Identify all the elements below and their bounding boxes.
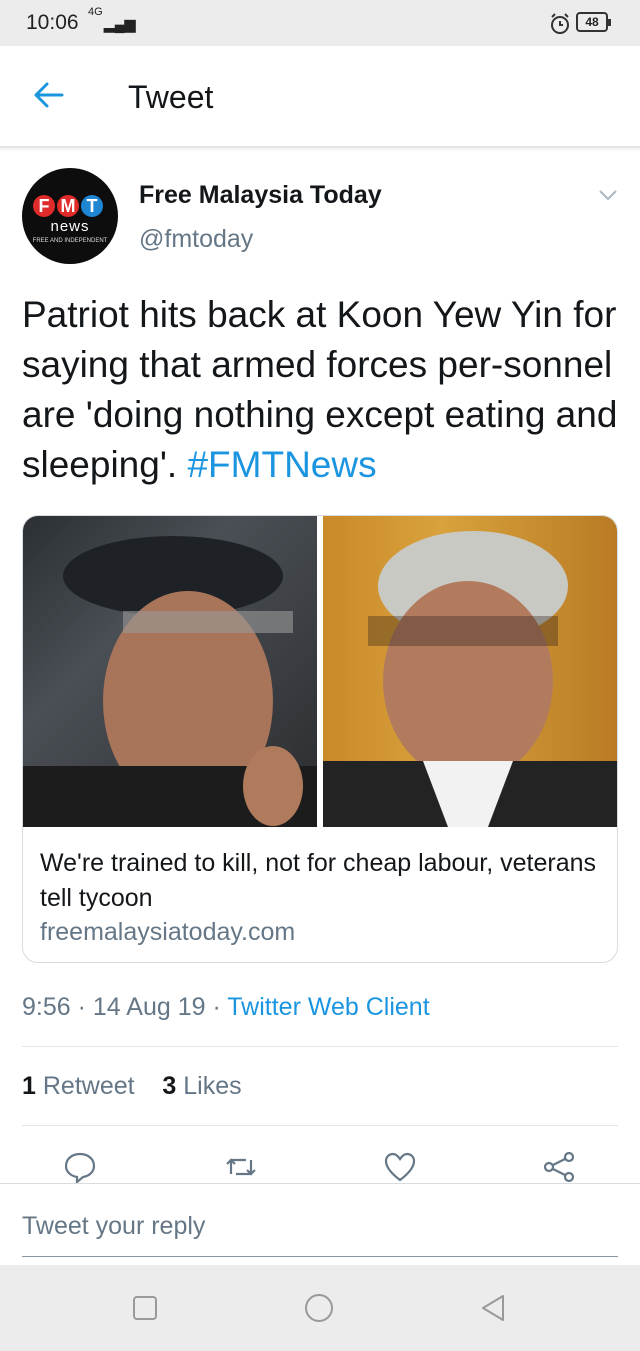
retweet-stat[interactable]: 1 Retweet	[22, 1072, 135, 1100]
tweet-client-link[interactable]: Twitter Web Client	[227, 993, 429, 1021]
card-photo-left	[23, 516, 317, 827]
share-icon[interactable]	[542, 1150, 576, 1184]
back-icon[interactable]	[477, 1292, 509, 1324]
battery-level: 48	[585, 15, 599, 29]
avatar[interactable]: FMT news FREE AND INDEPENDENT	[22, 168, 118, 264]
like-stat[interactable]: 3 Likes	[162, 1072, 241, 1100]
link-card[interactable]: We're trained to kill, not for cheap lab…	[22, 515, 618, 963]
tweet-actions	[0, 1150, 640, 1184]
top-app-bar: Tweet	[0, 46, 640, 148]
chevron-down-icon[interactable]	[596, 185, 620, 205]
author-handle[interactable]: @fmtoday	[139, 225, 253, 254]
status-time: 10:06	[26, 11, 79, 34]
status-bar: 10:06 4G ▂▄▆ 48	[0, 0, 640, 46]
avatar-logo-letters: FMT	[33, 195, 109, 217]
retweet-icon[interactable]	[224, 1150, 258, 1184]
home-icon[interactable]	[303, 1292, 335, 1324]
like-count: 3	[162, 1072, 177, 1100]
tweet-stats: 1 Retweet 3 Likes	[22, 1072, 242, 1101]
divider	[22, 1125, 618, 1126]
network-type-label: 4G	[88, 6, 103, 18]
avatar-tagline: FREE AND INDEPENDENT	[32, 238, 108, 244]
reply-icon[interactable]	[63, 1150, 97, 1184]
card-url: freemalaysiatoday.com	[40, 918, 296, 946]
recent-apps-icon[interactable]	[129, 1292, 161, 1324]
person-photo-right	[323, 531, 617, 827]
tweet-metadata: 9:56 · 14 Aug 19 · Twitter Web Client	[22, 993, 430, 1021]
tweet-time: 9:56	[22, 993, 71, 1021]
reply-input-underline	[22, 1256, 618, 1257]
tweet-date: 14 Aug 19	[92, 993, 206, 1021]
like-icon[interactable]	[383, 1150, 417, 1184]
avatar-subtitle: news	[50, 218, 90, 235]
card-image	[23, 516, 617, 827]
tweet-text: Patriot hits back at Koon Yew Yin for sa…	[22, 290, 622, 490]
like-label: Likes	[183, 1072, 242, 1100]
reply-bar: Tweet your reply	[0, 1183, 640, 1266]
avatar-letter-m: M	[57, 195, 79, 217]
card-photo-right	[323, 516, 617, 827]
hashtag-link[interactable]: #FMTNews	[187, 444, 376, 485]
retweet-count: 1	[22, 1072, 36, 1100]
page-title: Tweet	[128, 79, 214, 115]
signal-icon: ▂▄▆	[104, 16, 136, 32]
reply-input[interactable]: Tweet your reply	[22, 1212, 205, 1241]
divider	[22, 1046, 618, 1047]
back-arrow-icon[interactable]	[32, 80, 66, 110]
retweet-label: Retweet	[42, 1072, 135, 1100]
avatar-letter-t: T	[81, 195, 103, 217]
person-photo-left	[23, 536, 317, 827]
avatar-letter-f: F	[33, 195, 55, 217]
alarm-icon	[551, 13, 569, 34]
author-name[interactable]: Free Malaysia Today	[139, 181, 382, 210]
battery-icon: 48	[576, 12, 611, 32]
system-navigation-bar	[0, 1265, 640, 1351]
card-title: We're trained to kill, not for cheap lab…	[40, 849, 597, 912]
